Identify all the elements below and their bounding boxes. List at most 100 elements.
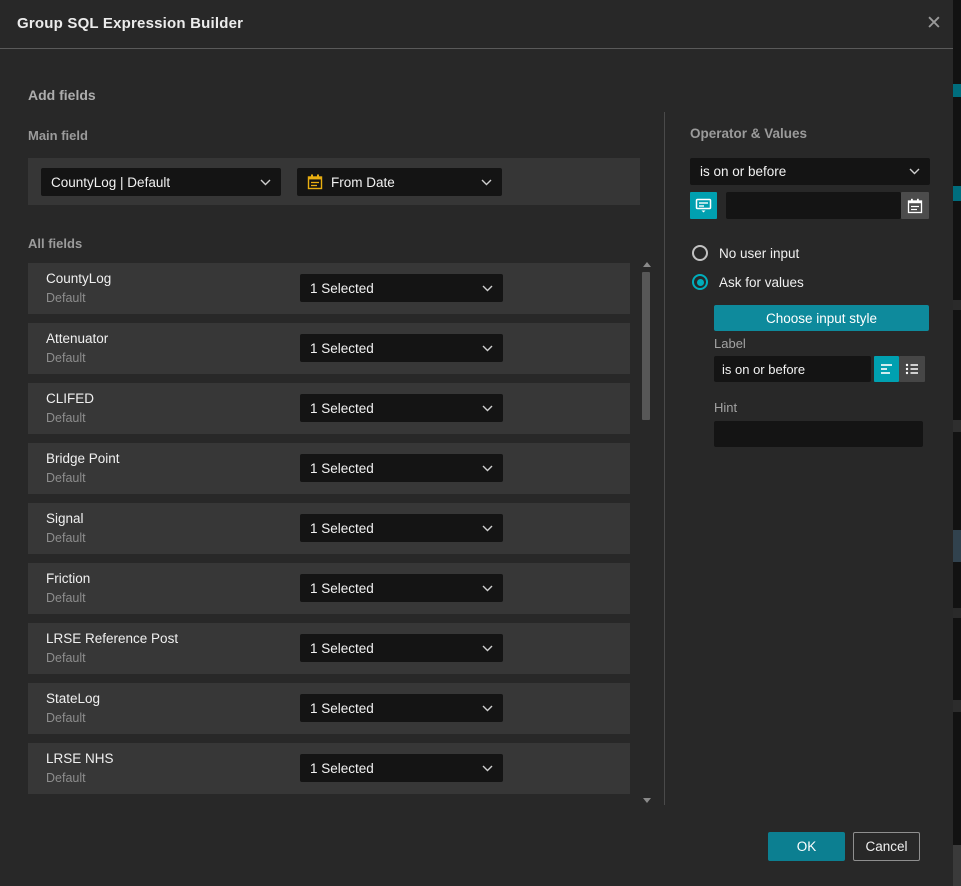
field-row-lrse-nhs: LRSE NHS Default 1 Selected [28,743,630,794]
field-selected-dropdown[interactable]: 1 Selected [300,574,503,602]
calendar-picker-icon [907,198,923,214]
background-edge-strip [953,0,961,886]
field-name: Bridge Point [46,451,120,466]
field-row-bridge-point: Bridge Point Default 1 Selected [28,443,630,494]
field-row-clifed: CLIFED Default 1 Selected [28,383,630,434]
main-dataset-dropdown[interactable]: CountyLog | Default [41,168,281,196]
main-field-label: Main field [28,128,88,143]
list-style-button[interactable] [899,356,925,382]
close-icon[interactable]: ✕ [921,11,947,37]
field-selected-dropdown[interactable]: 1 Selected [300,334,503,362]
radio-no-user-input[interactable]: No user input [692,245,799,261]
chevron-down-icon [482,585,493,592]
single-line-style-button[interactable] [874,356,899,382]
field-row-countylog: CountyLog Default 1 Selected [28,263,630,314]
chevron-down-icon [482,405,493,412]
field-subtitle: Default [46,651,86,665]
hint-input[interactable] [714,421,923,447]
ok-button-label: OK [797,839,817,854]
label-input-text: is on or before [722,362,805,377]
field-selected-dropdown[interactable]: 1 Selected [300,754,503,782]
value-input[interactable] [726,192,901,219]
backdrop-fragment [953,84,961,97]
cancel-button[interactable]: Cancel [853,832,920,861]
chevron-down-icon [482,465,493,472]
selected-count: 1 Selected [310,761,374,776]
value-type-button[interactable] [690,192,717,219]
field-name: Signal [46,511,84,526]
selected-count: 1 Selected [310,521,374,536]
field-row-lrse-reference-post: LRSE Reference Post Default 1 Selected [28,623,630,674]
chevron-down-icon [260,179,271,186]
value-type-icon [695,197,712,214]
selected-count: 1 Selected [310,641,374,656]
chevron-down-icon [481,179,492,186]
choose-input-style-label: Choose input style [766,311,877,326]
list-input-icon [905,362,919,376]
field-selected-dropdown[interactable]: 1 Selected [300,634,503,662]
field-selected-dropdown[interactable]: 1 Selected [300,394,503,422]
field-name: CountyLog [46,271,111,286]
main-dataset-dropdown-value: CountyLog | Default [51,175,170,190]
field-name: StateLog [46,691,100,706]
all-fields-list: CountyLog Default 1 Selected Attenuator … [28,263,630,794]
chevron-down-icon [482,705,493,712]
field-subtitle: Default [46,291,86,305]
field-row-statelog: StateLog Default 1 Selected [28,683,630,734]
selected-count: 1 Selected [310,581,374,596]
label-input[interactable]: is on or before [714,356,871,382]
field-subtitle: Default [46,351,86,365]
chevron-down-icon [482,765,493,772]
field-selected-dropdown[interactable]: 1 Selected [300,694,503,722]
field-subtitle: Default [46,471,86,485]
choose-input-style-button[interactable]: Choose input style [714,305,929,331]
all-fields-label: All fields [28,236,82,251]
field-name: Attenuator [46,331,108,346]
radio-label: Ask for values [719,275,804,290]
field-name: LRSE NHS [46,751,114,766]
dialog-title: Group SQL Expression Builder [17,15,243,32]
backdrop-fragment [953,300,961,310]
selected-count: 1 Selected [310,281,374,296]
selected-count: 1 Selected [310,461,374,476]
field-subtitle: Default [46,531,86,545]
fields-list-scrollbar[interactable] [641,258,653,805]
add-fields-heading: Add fields [28,87,96,103]
field-name: LRSE Reference Post [46,631,178,646]
radio-ask-for-values[interactable]: Ask for values [692,274,804,290]
selected-count: 1 Selected [310,341,374,356]
cancel-button-label: Cancel [865,839,907,854]
operator-values-heading: Operator & Values [690,126,807,141]
value-calendar-button[interactable] [901,192,929,219]
chevron-down-icon [909,168,920,175]
selected-count: 1 Selected [310,701,374,716]
radio-selected-icon [692,274,708,290]
main-field-dropdown-value: From Date [331,175,395,190]
field-selected-dropdown[interactable]: 1 Selected [300,274,503,302]
main-field-dropdown[interactable]: From Date [297,168,502,196]
backdrop-fragment [953,700,961,712]
operator-dropdown[interactable]: is on or before [690,158,930,185]
chevron-down-icon [482,285,493,292]
scroll-up-icon[interactable] [643,262,651,267]
field-name: CLIFED [46,391,94,406]
field-subtitle: Default [46,591,86,605]
ok-button[interactable]: OK [768,832,845,861]
backdrop-fragment [953,530,961,562]
field-row-signal: Signal Default 1 Selected [28,503,630,554]
field-subtitle: Default [46,711,86,725]
scrollbar-thumb[interactable] [642,272,650,420]
label-field-label: Label [714,336,746,351]
field-subtitle: Default [46,411,86,425]
radio-label: No user input [719,246,799,261]
field-selected-dropdown[interactable]: 1 Selected [300,454,503,482]
field-selected-dropdown[interactable]: 1 Selected [300,514,503,542]
selected-count: 1 Selected [310,401,374,416]
field-row-attenuator: Attenuator Default 1 Selected [28,323,630,374]
group-sql-expression-builder-dialog: Group SQL Expression Builder ✕ Add field… [0,0,961,886]
chevron-down-icon [482,345,493,352]
hint-field-label: Hint [714,400,737,415]
backdrop-fragment [953,608,961,618]
scroll-down-icon[interactable] [643,798,651,803]
dialog-header: Group SQL Expression Builder [0,0,953,49]
